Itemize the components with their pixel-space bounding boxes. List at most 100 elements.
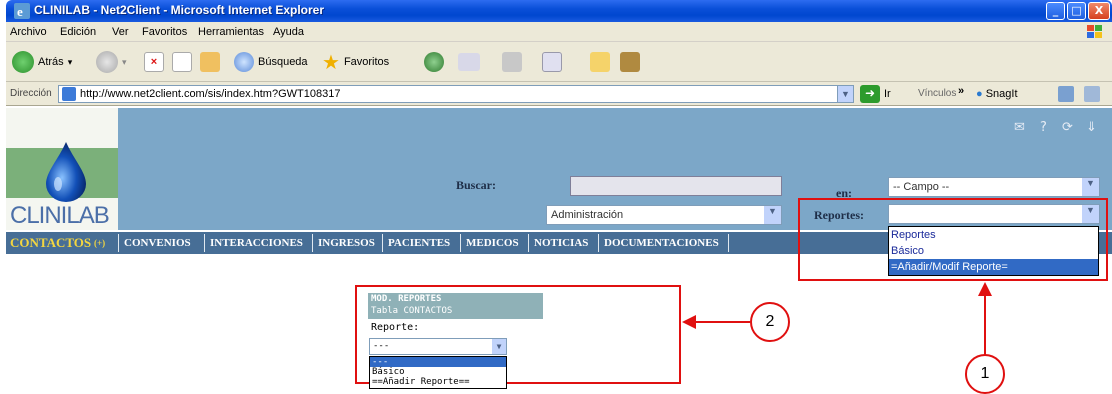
favorites-button[interactable]: ★ Favoritos <box>322 51 390 74</box>
history-icon <box>424 52 444 72</box>
chevron-down-icon: ▼ <box>764 206 781 224</box>
snagit-label: SnagIt <box>985 88 1018 100</box>
refresh-icon <box>172 52 192 72</box>
toolbar: Atrás ▾ ▾ × Búsqueda ★ Favoritos <box>6 42 1112 82</box>
print-icon <box>502 52 522 72</box>
mod-reportes-subtitle: Tabla CONTACTOS <box>371 306 453 316</box>
address-dropdown-icon[interactable]: ▼ <box>837 86 853 102</box>
forward-arrow-icon <box>96 51 118 73</box>
address-input[interactable]: http://www.net2client.com/sis/index.htm?… <box>58 85 854 103</box>
search-button[interactable]: Búsqueda <box>234 51 308 73</box>
arrowhead-left-icon <box>682 315 696 329</box>
chevron-down-icon: ▼ <box>492 339 506 354</box>
back-label: Atrás <box>38 56 64 68</box>
folder-icon <box>590 52 610 72</box>
refresh-icon[interactable]: ⟳ <box>1062 120 1073 135</box>
nav-contactos[interactable]: CONTACTOS <box>10 235 91 251</box>
nav-ingresos[interactable]: INGRESOS <box>318 237 375 249</box>
nav-contactos-marker[interactable]: (+) <box>94 238 105 248</box>
window-title-bar[interactable]: e CLINILAB - Net2Client - Microsoft Inte… <box>6 0 1112 22</box>
nav-interacciones[interactable]: INTERACCIONES <box>210 237 303 249</box>
reporte-option[interactable]: ==Añadir Reporte== <box>370 377 506 387</box>
callout-arrow-2 <box>694 321 750 323</box>
history-button[interactable] <box>424 51 444 73</box>
search-field[interactable] <box>570 176 782 196</box>
mail-icon[interactable]: ✉ <box>1014 120 1025 135</box>
edit-button[interactable] <box>542 51 562 73</box>
nav-documentaciones[interactable]: DOCUMENTACIONES <box>604 237 719 249</box>
maximize-button[interactable]: □ <box>1067 2 1086 20</box>
callout-circle-2: 2 <box>750 302 790 342</box>
home-icon <box>200 52 220 72</box>
print-button[interactable] <box>502 51 522 73</box>
download-icon[interactable]: ⇓ <box>1086 120 1097 135</box>
back-dropdown-icon[interactable]: ▾ <box>68 57 73 68</box>
reporte-option[interactable]: Básico <box>370 367 506 377</box>
reporte-field-label: Reporte: <box>371 322 420 333</box>
refresh-button[interactable] <box>172 51 192 73</box>
go-arrow-icon[interactable]: ➜ <box>860 85 880 103</box>
nav-noticias[interactable]: NOTICIAS <box>534 237 588 249</box>
links-label[interactable]: Vínculos <box>918 88 956 99</box>
menu-archivo[interactable]: Archivo <box>10 26 47 38</box>
favorites-label: Favoritos <box>343 56 390 68</box>
water-drop-logo-icon <box>46 142 86 202</box>
reporte-select[interactable]: --- ▼ <box>369 338 507 355</box>
reporte-select-value: --- <box>373 341 390 351</box>
close-button[interactable]: X <box>1088 2 1110 20</box>
word-icon <box>542 52 562 72</box>
chevron-down-icon: ▼ <box>1082 178 1099 196</box>
forward-button[interactable]: ▾ <box>96 51 127 73</box>
address-bar: Dirección http://www.net2client.com/sis/… <box>6 82 1112 106</box>
callout-box-1 <box>798 198 1108 281</box>
search-icon <box>234 52 254 72</box>
buscar-label: Buscar: <box>456 178 496 192</box>
nav-medicos[interactable]: MEDICOS <box>466 237 519 249</box>
campo-select-value: -- Campo -- <box>893 181 950 193</box>
page-icon <box>62 87 76 101</box>
snagit-region-icon[interactable] <box>1084 86 1100 102</box>
snagit-icon: ● <box>976 88 983 100</box>
stop-button[interactable]: × <box>144 51 164 73</box>
help-icon[interactable]: ? <box>1040 120 1047 135</box>
menu-edicion[interactable]: Edición <box>60 26 96 38</box>
favorites-star-icon: ★ <box>322 51 340 74</box>
menu-herramientas[interactable]: Herramientas <box>198 26 264 38</box>
menu-bar: Archivo Edición Ver Favoritos Herramient… <box>6 22 1112 42</box>
search-label: Búsqueda <box>258 56 308 68</box>
window-title: CLINILAB - Net2Client - Microsoft Intern… <box>34 3 325 17</box>
snagit-window-icon[interactable] <box>1058 86 1074 102</box>
callout-circle-1: 1 <box>965 354 1005 394</box>
address-label: Dirección <box>10 88 52 99</box>
admin-select-value: Administración <box>551 209 624 221</box>
campo-select[interactable]: -- Campo -- ▼ <box>888 177 1100 197</box>
menu-favoritos[interactable]: Favoritos <box>142 26 187 38</box>
go-button[interactable]: Ir <box>884 88 891 100</box>
ie-icon: e <box>14 3 30 19</box>
mod-reportes-title: MOD. REPORTES <box>371 294 442 304</box>
snagit-button[interactable]: ● SnagIt <box>976 88 1018 100</box>
messenger-button[interactable] <box>620 51 640 73</box>
forward-dropdown-icon[interactable]: ▾ <box>122 57 127 68</box>
admin-select[interactable]: Administración ▼ <box>546 205 782 225</box>
links-more-icon[interactable]: » <box>958 85 964 97</box>
menu-ayuda[interactable]: Ayuda <box>273 26 304 38</box>
address-url: http://www.net2client.com/sis/index.htm?… <box>80 88 341 100</box>
reporte-option-selected[interactable]: --- <box>370 357 506 367</box>
minimize-button[interactable]: _ <box>1046 2 1065 20</box>
home-button[interactable] <box>200 51 220 73</box>
nav-convenios[interactable]: CONVENIOS <box>124 237 191 249</box>
nav-pacientes[interactable]: PACIENTES <box>388 237 450 249</box>
callout-arrow-1 <box>984 294 986 356</box>
reporte-dropdown-list: --- Básico ==Añadir Reporte== <box>369 356 507 389</box>
back-button[interactable]: Atrás ▾ <box>12 51 72 73</box>
back-arrow-icon <box>12 51 34 73</box>
windows-flag-icon <box>1087 25 1102 38</box>
arrowhead-up-icon <box>978 282 992 296</box>
logo-text: CLINILAB <box>10 202 110 229</box>
svg-text:e: e <box>17 4 23 19</box>
menu-ver[interactable]: Ver <box>112 26 129 38</box>
mail-icon <box>458 53 480 71</box>
mail-button[interactable] <box>458 51 480 73</box>
folder-button[interactable] <box>590 51 610 73</box>
